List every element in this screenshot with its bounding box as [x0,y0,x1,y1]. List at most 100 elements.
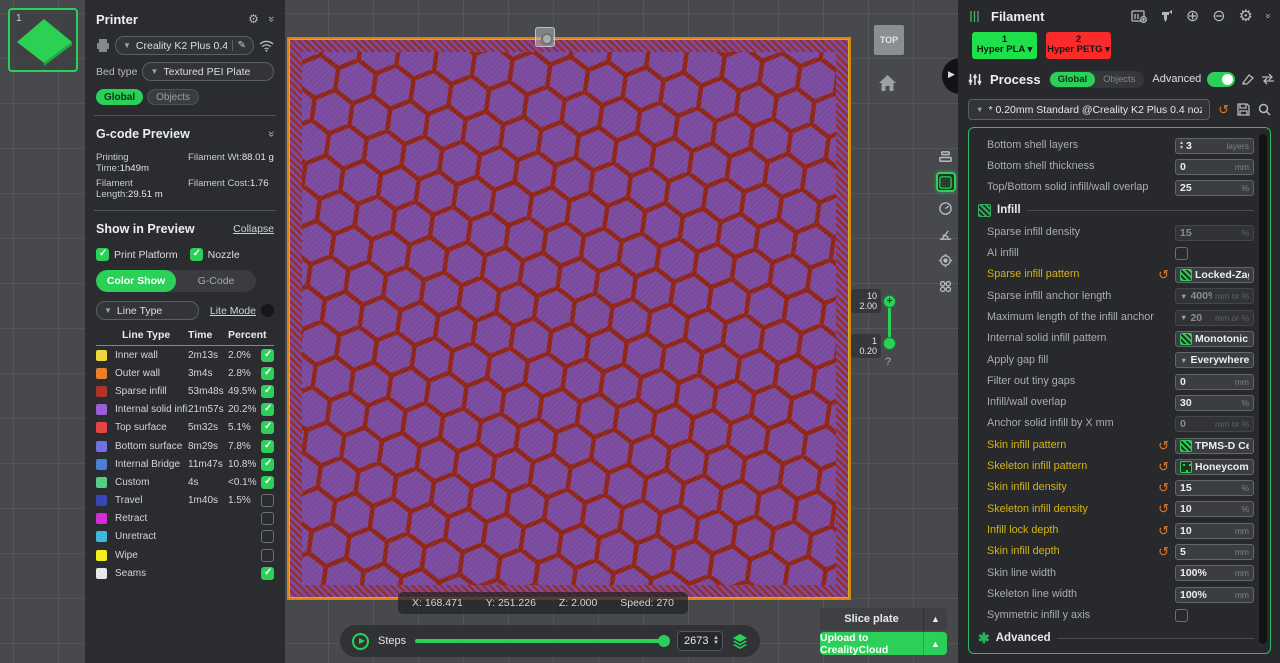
scrollbar[interactable] [1259,134,1267,644]
layer-slider-bottom-handle[interactable] [883,337,896,350]
visibility-checkbox[interactable] [261,458,274,471]
reset-icon[interactable]: ↺ [1158,546,1169,558]
stepper-icons[interactable]: ▴▾ [1180,141,1183,151]
sliced-object-top-view[interactable] [287,37,851,600]
extruder-icon[interactable] [1160,9,1173,23]
visibility-checkbox[interactable] [261,476,274,489]
upload-options-chevron-icon[interactable]: ▲ [923,632,947,655]
visibility-checkbox[interactable] [261,367,274,380]
param-input[interactable]: 0mm or % [1175,416,1254,432]
radar-icon[interactable] [936,224,956,244]
command-icon[interactable] [936,276,956,296]
param-input[interactable]: 100%mm [1175,565,1254,581]
visibility-checkbox[interactable] [261,440,274,453]
bed-type-dropdown[interactable]: ▼ Textured PEI Plate [142,62,274,81]
stepper-icons[interactable]: ▲▼ [713,636,719,646]
param-pattern[interactable]: TPMS-D Cell [1175,438,1254,454]
add-filament-icon[interactable]: ⊕ [1186,6,1199,26]
object-origin-marker[interactable] [535,27,555,47]
ams-icon[interactable] [1131,10,1147,23]
param-input[interactable]: ▴▾3layers [1175,138,1254,154]
filament-chip[interactable]: 1Hyper PLA ▾ [972,32,1037,59]
filament-settings-gear-icon[interactable]: ⚙ [1239,6,1253,26]
steps-slider[interactable] [415,639,668,643]
param-input[interactable]: 100%mm [1175,587,1254,603]
reset-icon[interactable]: ↺ [1158,440,1169,452]
profile-reset-icon[interactable]: ↺ [1218,104,1229,116]
edit-pencil-icon[interactable]: ✎ [232,40,246,51]
visibility-checkbox[interactable] [261,530,274,543]
param-checkbox[interactable] [1175,247,1188,260]
visibility-checkbox[interactable] [261,494,274,507]
plate-thumbnail[interactable]: 1 [8,8,78,72]
param-input[interactable]: 5mm [1175,544,1254,560]
wipe-tower-icon[interactable] [1241,73,1255,85]
target-icon[interactable] [936,250,956,270]
printer-model-dropdown[interactable]: ▼ Creality K2 Plus 0.4 nozzle ✎ [115,36,254,55]
param-input[interactable]: 30% [1175,395,1254,411]
printer-collapse-icon[interactable]: » [265,16,277,22]
collapse-link[interactable]: Collapse [233,223,274,235]
platform-icon[interactable] [936,146,956,166]
param-checkbox[interactable] [1175,609,1188,622]
filament-chip[interactable]: 2Hyper PETG ▾ [1046,32,1111,59]
compare-icon[interactable] [1261,73,1275,85]
tab-global[interactable]: Global [96,89,143,105]
param-input[interactable]: 0mm [1175,374,1254,390]
param-input[interactable]: 10mm [1175,523,1254,539]
upload-creality-cloud-button[interactable]: Upload to CrealityCloud ▲ [820,632,947,655]
reset-icon[interactable]: ↺ [1158,269,1169,281]
reset-icon[interactable]: ↺ [1158,461,1169,473]
checkbox[interactable] [96,248,109,261]
param-pattern[interactable]: Locked-Zag [1175,267,1254,283]
line-type-icon[interactable] [936,172,956,192]
lite-mode-toggle[interactable] [261,304,274,317]
param-select[interactable]: ▼Everywhere [1175,352,1254,368]
reset-icon[interactable]: ↺ [1158,503,1169,515]
view-cube-top[interactable]: TOP [874,25,904,55]
tab-objects[interactable]: Objects [147,89,199,105]
visibility-checkbox[interactable] [261,349,274,362]
param-pattern[interactable]: Monotonic [1175,331,1254,347]
param-input[interactable]: 25% [1175,180,1254,196]
slice-plate-button[interactable]: Slice plate ▲ [820,608,947,630]
visibility-checkbox[interactable] [261,421,274,434]
steps-slider-knob[interactable] [658,635,670,647]
param-input[interactable]: 0mm [1175,159,1254,175]
param-input[interactable]: 15% [1175,225,1254,241]
layer-slider-top-handle[interactable]: + [883,295,896,308]
search-icon[interactable] [1258,103,1271,116]
advanced-toggle[interactable] [1207,72,1235,87]
printer-settings-gear-icon[interactable]: ⚙ [248,12,259,26]
reset-icon[interactable]: ↺ [1158,525,1169,537]
visibility-checkbox[interactable] [261,549,274,562]
param-pattern[interactable]: Honeycomb [1175,459,1254,475]
gcode-button[interactable]: G-Code [176,270,256,292]
visibility-checkbox[interactable] [261,403,274,416]
reset-icon[interactable]: ↺ [1158,482,1169,494]
layers-icon[interactable] [732,633,748,649]
remove-filament-icon[interactable]: ⊖ [1212,6,1225,26]
wifi-icon[interactable] [259,40,274,52]
layer-slider-help[interactable]: ? [885,356,891,368]
visibility-checkbox[interactable] [261,385,274,398]
steps-value-input[interactable]: 2673 ▲▼ [677,631,723,651]
line-type-dropdown[interactable]: ▼ Line Type [96,301,199,320]
gcode-collapse-icon[interactable]: » [265,131,277,137]
param-select[interactable]: ▼20mm or % [1175,310,1254,326]
checkbox[interactable] [190,248,203,261]
visibility-checkbox[interactable] [261,512,274,525]
filament-collapse-icon[interactable]: » [1263,13,1273,18]
param-select[interactable]: ▼400%mm or % [1175,288,1254,304]
color-show-button[interactable]: Color Show [96,270,176,292]
process-tab-global[interactable]: Global [1050,72,1096,87]
save-profile-icon[interactable] [1237,103,1250,116]
param-input[interactable]: 15% [1175,480,1254,496]
visibility-checkbox[interactable] [261,567,274,580]
slice-options-chevron-icon[interactable]: ▲ [923,608,947,630]
param-input[interactable]: 10% [1175,501,1254,517]
play-icon[interactable] [352,633,369,650]
process-tab-objects[interactable]: Objects [1095,72,1143,87]
process-profile-dropdown[interactable]: ▼ * 0.20mm Standard @Creality K2 Plus 0.… [968,99,1210,120]
home-view-icon[interactable] [878,74,897,92]
